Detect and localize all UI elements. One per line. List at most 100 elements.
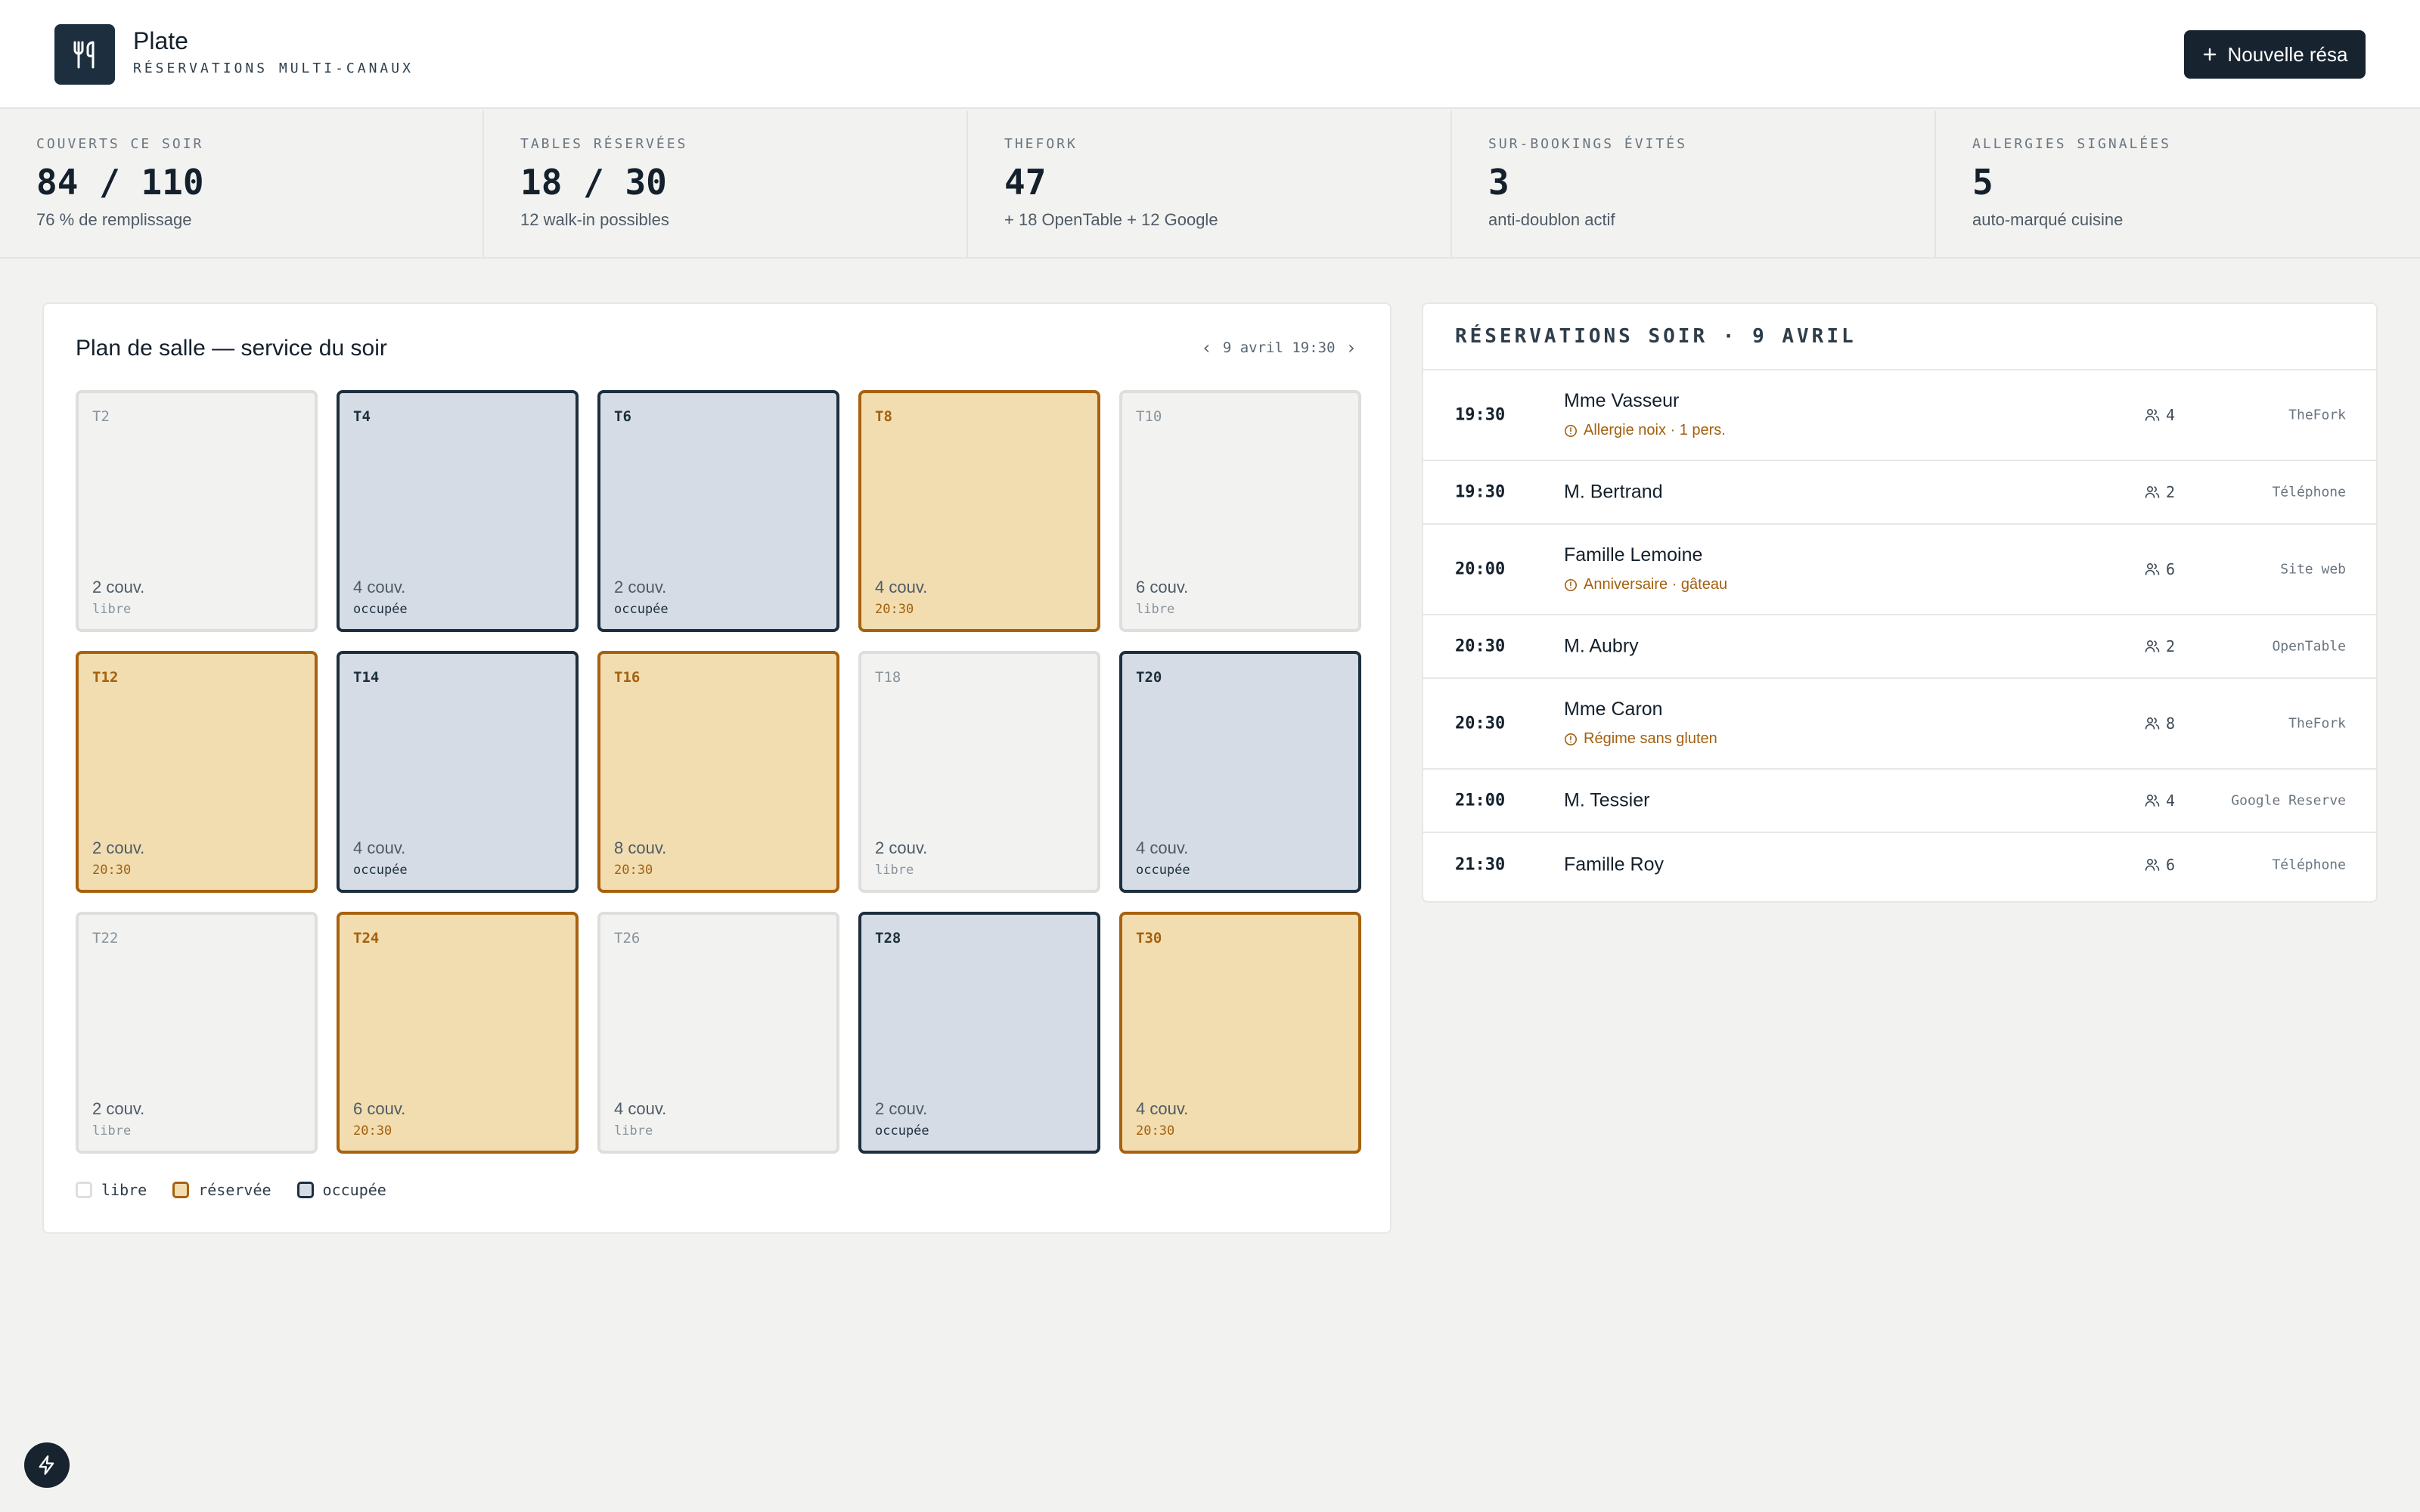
reservations-title: RÉSERVATIONS SOIR · 9 AVRIL — [1423, 304, 2376, 370]
reservation-time: 20:00 — [1455, 559, 1506, 579]
table-name: T6 — [614, 408, 631, 425]
table-tile-t28[interactable]: T28 2 couv. occupée — [858, 912, 1100, 1154]
table-tile-t30[interactable]: T30 4 couv. 20:30 — [1119, 912, 1361, 1154]
reservation-row[interactable]: 20:30 M. Aubry 2 OpenTable — [1423, 615, 2376, 679]
table-tile-t20[interactable]: T20 4 couv. occupée — [1119, 651, 1361, 893]
table-covers: 6 couv. — [1136, 578, 1189, 596]
reservation-note: Allergie noix · 1 pers. — [1564, 422, 1726, 439]
reservation-source: Téléphone — [2272, 484, 2346, 500]
bolt-icon — [39, 1455, 54, 1475]
stat-overbookings: SUR-BOOKINGS ÉVITÉS 3 anti-doublon actif — [1452, 110, 1936, 257]
reservation-party-size: 2 — [2166, 637, 2176, 655]
reservation-source: TheFork — [2288, 407, 2346, 423]
table-covers: 6 couv. — [353, 1099, 406, 1118]
table-tile-t10[interactable]: T10 6 couv. libre — [1119, 390, 1361, 632]
reservation-note-text: Anniversaire · gâteau — [1584, 576, 1728, 593]
reservation-party: 6 — [2145, 856, 2175, 874]
reservation-note: Anniversaire · gâteau — [1564, 576, 1727, 593]
table-status: occupée — [353, 863, 408, 878]
stat-label: THEFORK — [1004, 136, 1078, 152]
reservation-time: 21:30 — [1455, 855, 1506, 875]
reservation-party: 4 — [2145, 792, 2175, 810]
alert-circle-icon — [1565, 578, 1577, 591]
reservation-time: 19:30 — [1455, 405, 1506, 425]
alert-circle-icon — [1565, 733, 1577, 745]
table-tile-t22[interactable]: T22 2 couv. libre — [76, 912, 318, 1154]
reservation-party-size: 8 — [2166, 714, 2176, 733]
table-status: occupée — [353, 602, 408, 617]
stat-thefork: THEFORK 47 + 18 OpenTable + 12 Google — [968, 110, 1452, 257]
reservation-row[interactable]: 19:30 M. Bertrand 2 Téléphone — [1423, 461, 2376, 525]
table-tile-t4[interactable]: T4 4 couv. occupée — [337, 390, 579, 632]
table-name: T10 — [1136, 408, 1162, 425]
reservation-name: M. Bertrand — [1564, 481, 1663, 503]
reservation-row[interactable]: 19:30 Mme Vasseur Allergie noix · 1 pers. 4… — [1423, 370, 2376, 461]
table-name: T22 — [92, 930, 119, 947]
table-name: T24 — [353, 930, 380, 947]
plus-icon — [2203, 48, 2216, 61]
stat-value: 84 / 110 — [36, 162, 204, 203]
reservation-note-text: Régime sans gluten — [1584, 730, 1717, 747]
reservation-time: 20:30 — [1455, 637, 1506, 656]
reservations-list: 19:30 Mme Vasseur Allergie noix · 1 pers. 4… — [1423, 370, 2376, 897]
table-tile-t12[interactable]: T12 2 couv. 20:30 — [76, 651, 318, 893]
reservation-party: 2 — [2145, 637, 2175, 655]
table-tile-t26[interactable]: T26 4 couv. libre — [597, 912, 839, 1154]
table-covers: 2 couv. — [92, 1099, 145, 1118]
table-tile-t18[interactable]: T18 2 couv. libre — [858, 651, 1100, 893]
table-tile-t8[interactable]: T8 4 couv. 20:30 — [858, 390, 1100, 632]
reservation-party-size: 6 — [2166, 856, 2176, 874]
table-covers: 2 couv. — [875, 838, 928, 857]
table-status: occupée — [875, 1123, 929, 1139]
brand-subtitle: RÉSERVATIONS MULTI-CANAUX — [133, 60, 414, 76]
table-name: T16 — [614, 669, 641, 686]
table-tile-t24[interactable]: T24 6 couv. 20:30 — [337, 912, 579, 1154]
people-icon — [2145, 717, 2160, 730]
legend-swatch-occupee — [296, 1182, 314, 1198]
table-covers: 4 couv. — [1136, 838, 1189, 857]
table-name: T12 — [92, 669, 119, 686]
stat-value: 5 — [1972, 162, 1993, 203]
table-status: occupée — [1136, 863, 1190, 878]
table-tile-t2[interactable]: T2 2 couv. libre — [76, 390, 318, 632]
reservation-name: M. Aubry — [1564, 635, 1639, 657]
table-covers: 2 couv. — [92, 578, 145, 596]
stat-covers: COUVERTS CE SOIR 84 / 110 76 % de rempli… — [0, 110, 484, 257]
reservation-party-size: 6 — [2166, 560, 2176, 578]
new-reservation-button[interactable]: Nouvelle résa — [2184, 30, 2366, 79]
legend-swatch-libre — [76, 1182, 92, 1198]
chevron-right-icon[interactable]: › — [1346, 339, 1357, 357]
table-tile-t14[interactable]: T14 4 couv. occupée — [337, 651, 579, 893]
table-tile-t16[interactable]: T16 8 couv. 20:30 — [597, 651, 839, 893]
table-tile-t6[interactable]: T6 2 couv. occupée — [597, 390, 839, 632]
people-icon — [2145, 562, 2160, 575]
table-covers: 4 couv. — [875, 578, 928, 596]
reservation-party-size: 2 — [2166, 483, 2176, 501]
app-header: Plate RÉSERVATIONS MULTI-CANAUX Nouvelle… — [0, 0, 2420, 109]
floor-plan-title: Plan de salle — service du soir — [76, 336, 387, 361]
table-covers: 2 couv. — [875, 1099, 928, 1118]
stat-note: auto-marqué cuisine — [1972, 210, 2124, 229]
reservation-row[interactable]: 21:30 Famille Roy 6 Téléphone — [1423, 833, 2376, 897]
stat-label: COUVERTS CE SOIR — [36, 136, 204, 152]
floor-plan-datetime: 9 avril 19:30 — [1222, 339, 1336, 356]
table-covers: 2 couv. — [92, 838, 145, 857]
stat-allergies: ALLERGIES SIGNALÉES 5 auto-marqué cuisin… — [1936, 110, 2420, 257]
table-covers: 4 couv. — [353, 838, 406, 857]
stat-label: SUR-BOOKINGS ÉVITÉS — [1488, 136, 1687, 152]
reservation-source: Site web — [2280, 561, 2346, 578]
people-icon — [2145, 858, 2160, 871]
reservation-row[interactable]: 20:30 Mme Caron Régime sans gluten 8 TheFork — [1423, 679, 2376, 770]
floor-plan-legend: libre réservée occupée — [76, 1181, 386, 1199]
alert-circle-icon — [1565, 424, 1577, 437]
table-name: T2 — [92, 408, 110, 425]
chevron-left-icon[interactable]: ‹ — [1201, 339, 1212, 357]
reservation-row[interactable]: 21:00 M. Tessier 4 Google Reserve — [1423, 770, 2376, 833]
table-name: T26 — [614, 930, 641, 947]
quick-action-button[interactable] — [24, 1442, 70, 1488]
reservation-row[interactable]: 20:00 Famille Lemoine Anniversaire · gâtea… — [1423, 525, 2376, 615]
table-status: 20:30 — [1136, 1123, 1175, 1139]
table-status: 20:30 — [614, 863, 653, 878]
reservation-party: 8 — [2145, 714, 2175, 733]
table-name: T30 — [1136, 930, 1162, 947]
